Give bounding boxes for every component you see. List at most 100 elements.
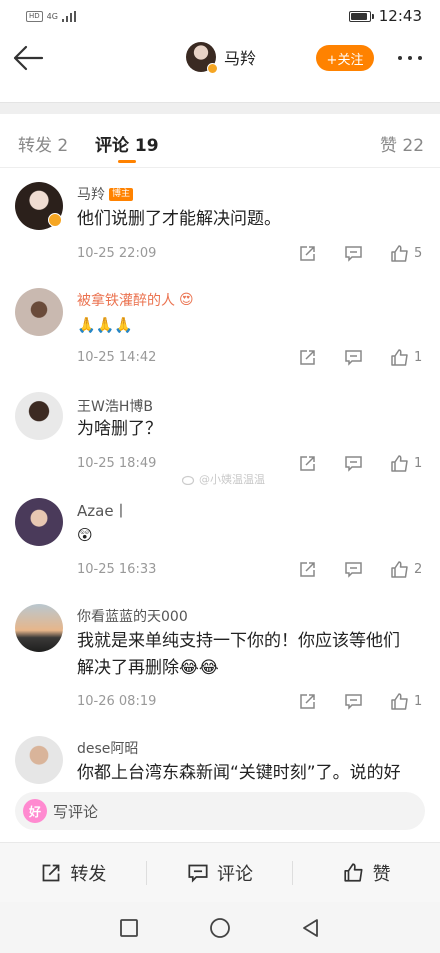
weibo-logo-icon xyxy=(182,475,195,485)
repost-label: 转发 xyxy=(70,863,107,885)
comment-time: 10-25 14:42 xyxy=(77,350,157,365)
like-label: 赞 xyxy=(372,863,391,885)
share-button[interactable] xyxy=(298,244,317,263)
author-badge: 博主 xyxy=(109,187,134,201)
header-username[interactable]: 马羚 xyxy=(224,45,256,69)
comment-text: 🙏🙏🙏 xyxy=(77,316,134,334)
thumbs-up-icon xyxy=(391,561,408,578)
comment-author[interactable]: Azae丨 xyxy=(77,500,129,521)
thumbs-up-icon xyxy=(391,245,408,262)
like-count: 1 xyxy=(414,350,423,365)
share-button[interactable] xyxy=(298,560,317,579)
hd-icon: HD xyxy=(26,10,43,22)
share-button[interactable] xyxy=(298,692,317,711)
signal-icon xyxy=(61,10,76,22)
bottom-action-bar: 转发 评论 赞 xyxy=(0,842,440,902)
reply-button[interactable] xyxy=(344,560,363,579)
status-signals: HD 4G xyxy=(26,10,76,22)
comment-icon xyxy=(345,350,362,366)
thumbs-up-icon xyxy=(344,863,363,882)
header: 马羚 +关注 xyxy=(0,32,440,84)
reply-button[interactable] xyxy=(344,244,363,263)
reply-button[interactable] xyxy=(344,692,363,711)
comment-text: 为啥删了？ xyxy=(77,419,162,439)
status-time: 12:43 xyxy=(378,7,422,25)
share-icon xyxy=(300,246,315,261)
comment-text: 😲 xyxy=(77,526,93,544)
avatar[interactable] xyxy=(15,736,63,784)
battery-icon xyxy=(348,10,374,22)
like-count: 5 xyxy=(414,246,423,261)
comment-author[interactable]: 你看蓝蓝的天000 xyxy=(77,606,188,626)
comment-text-cont: 解决了再删除😂😂 xyxy=(77,658,219,678)
fan-badge-icon: 😍 xyxy=(179,292,194,308)
like-count: 2 xyxy=(414,562,423,577)
avatar[interactable] xyxy=(186,42,218,74)
comment-time: 10-26 08:19 xyxy=(77,694,157,709)
reply-button[interactable] xyxy=(344,348,363,367)
avatar[interactable] xyxy=(15,604,63,652)
like-button[interactable]: 5 xyxy=(390,244,422,263)
comment-author[interactable]: 被拿铁灌醉的人 😍 xyxy=(77,290,194,310)
write-comment-placeholder: 写评论 xyxy=(53,802,99,821)
share-button[interactable] xyxy=(298,454,317,473)
like-button[interactable]: 2 xyxy=(390,560,422,579)
thumbs-up-icon xyxy=(391,349,408,366)
emoji-icon[interactable]: 好 xyxy=(23,799,47,823)
verified-badge-icon xyxy=(207,63,218,74)
comment-time: 10-25 16:33 xyxy=(77,562,157,577)
back-button[interactable] xyxy=(12,42,44,74)
avatar[interactable] xyxy=(15,392,63,440)
share-icon xyxy=(42,864,60,881)
thumbs-up-icon xyxy=(391,693,408,710)
share-icon xyxy=(300,562,315,577)
write-comment-input[interactable]: 好 写评论 xyxy=(15,792,425,830)
system-nav-bar xyxy=(0,902,440,953)
avatar[interactable] xyxy=(15,498,63,546)
tabs-bar: 转发 2 评论 19 赞 22 xyxy=(0,114,440,168)
comment-time: 10-25 18:49 xyxy=(77,456,157,471)
like-button[interactable]: 1 xyxy=(390,348,422,367)
share-icon xyxy=(300,694,315,709)
like-count: 1 xyxy=(414,456,423,471)
status-bar: HD 4G 12:43 xyxy=(0,0,440,32)
share-icon xyxy=(300,456,315,471)
recent-apps-icon[interactable] xyxy=(119,918,139,938)
like-post-button[interactable]: 赞 xyxy=(293,843,440,902)
comment-icon xyxy=(345,694,362,710)
comment-label: 评论 xyxy=(217,863,253,885)
avatar[interactable] xyxy=(15,288,63,336)
comment-author[interactable]: 王W浩H博B xyxy=(77,396,153,416)
home-icon[interactable] xyxy=(209,917,231,939)
share-button[interactable] xyxy=(298,348,317,367)
repost-button[interactable]: 转发 xyxy=(0,843,147,902)
header-user[interactable]: 马羚 xyxy=(186,42,256,74)
like-count: 1 xyxy=(414,694,423,709)
back-arrow-icon xyxy=(13,45,44,71)
comment-icon xyxy=(345,456,362,472)
network-type: 4G xyxy=(46,11,58,21)
comment-author[interactable]: dese阿昭 xyxy=(77,738,138,758)
tab-comments[interactable]: 评论 19 xyxy=(95,131,159,156)
comment-time: 10-25 22:09 xyxy=(77,246,157,261)
like-button[interactable]: 1 xyxy=(390,454,422,473)
tab-likes[interactable]: 赞 22 xyxy=(380,131,424,156)
section-divider xyxy=(0,102,440,114)
comment-icon xyxy=(188,864,208,883)
verified-badge-icon xyxy=(48,213,62,227)
thumbs-up-icon xyxy=(391,455,408,472)
more-options-icon[interactable] xyxy=(398,52,428,64)
tab-repost[interactable]: 转发 2 xyxy=(18,131,68,156)
comment-button[interactable]: 评论 xyxy=(147,843,294,902)
comment-icon xyxy=(345,562,362,578)
comment-text: 他们说删了才能解决问题。 xyxy=(77,209,281,229)
comment-text: 我就是来单纯支持一下你的！你应该等他们 xyxy=(77,631,400,651)
comment-text: 你都上台湾东森新闻“关键时刻”了。说的好 xyxy=(77,763,401,783)
tab-active-indicator xyxy=(118,160,136,163)
back-nav-icon[interactable] xyxy=(301,918,321,938)
like-button[interactable]: 1 xyxy=(390,692,422,711)
comment-author[interactable]: 马羚 博主 xyxy=(77,184,134,204)
comment-icon xyxy=(345,246,362,262)
follow-button[interactable]: +关注 xyxy=(316,45,374,71)
reply-button[interactable] xyxy=(344,454,363,473)
